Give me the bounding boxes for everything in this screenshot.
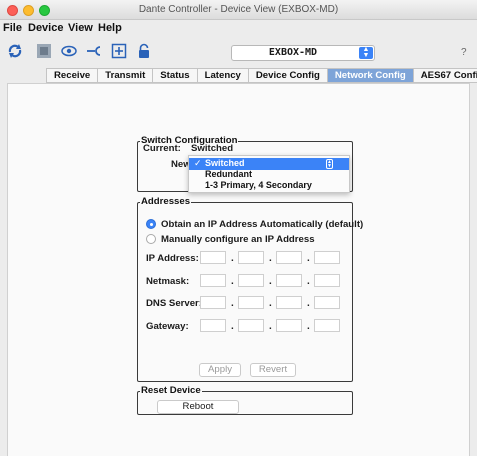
octet-separator: .	[269, 321, 272, 332]
gateway-label: Gateway:	[146, 321, 189, 332]
dropdown-option-label: 1-3 Primary, 4 Secondary	[205, 180, 312, 190]
menu-help[interactable]: Help	[98, 22, 122, 34]
device-select[interactable]: EXBOX-MD ▲ ▼	[231, 45, 375, 61]
netmask-label: Netmask:	[146, 276, 190, 287]
switch-mode-dropdown[interactable]: ✓ Switched ▲ ▼ Redundant 1-3 Primary, 4 S…	[188, 155, 350, 193]
octet-separator: .	[269, 276, 272, 287]
tab-latency[interactable]: Latency	[197, 68, 249, 83]
menu-bar: File Device View Help	[0, 20, 477, 36]
device-icon[interactable]	[35, 42, 53, 60]
addresses-legend: Addresses	[140, 196, 192, 207]
obtain-ip-auto-label[interactable]: Obtain an IP Address Automatically (defa…	[161, 219, 363, 230]
octet-separator: .	[307, 253, 310, 264]
ip-address-octet-1[interactable]	[200, 251, 226, 264]
current-value: Switched	[191, 143, 234, 154]
menu-device[interactable]: Device	[28, 22, 63, 34]
netmask-octet-4[interactable]	[314, 274, 340, 287]
ip-address-octet-3[interactable]	[276, 251, 302, 264]
tab-status[interactable]: Status	[153, 68, 198, 83]
revert-button[interactable]: Revert	[250, 363, 296, 377]
dropdown-option-label: Redundant	[205, 169, 252, 179]
dns-server-octet-4[interactable]	[314, 296, 340, 309]
dropdown-option-label: Switched	[205, 158, 245, 168]
ip-address-label: IP Address:	[146, 253, 199, 264]
reboot-button[interactable]: Reboot	[157, 400, 239, 414]
eye-icon[interactable]	[60, 42, 78, 60]
netmask-octet-2[interactable]	[238, 274, 264, 287]
octet-separator: .	[231, 253, 234, 264]
octet-separator: .	[307, 276, 310, 287]
refresh-icon[interactable]	[6, 42, 24, 60]
octet-separator: .	[269, 253, 272, 264]
app-window: Dante Controller - Device View (EXBOX-MD…	[0, 0, 477, 456]
gateway-octet-1[interactable]	[200, 319, 226, 332]
menu-file[interactable]: File	[3, 22, 22, 34]
gateway-octet-3[interactable]	[276, 319, 302, 332]
dropdown-option-split[interactable]: 1-3 Primary, 4 Secondary	[189, 180, 349, 192]
help-button[interactable]: ?	[461, 47, 467, 58]
manual-ip-radio[interactable]	[146, 234, 156, 244]
dns-server-label: DNS Server:	[146, 298, 202, 309]
gateway-octet-4[interactable]	[314, 319, 340, 332]
ip-address-octet-4[interactable]	[314, 251, 340, 264]
window-title: Dante Controller - Device View (EXBOX-MD…	[138, 4, 339, 15]
menu-view[interactable]: View	[68, 22, 93, 34]
octet-separator: .	[231, 276, 234, 287]
octet-separator: .	[307, 321, 310, 332]
octet-separator: .	[231, 321, 234, 332]
tab-receive[interactable]: Receive	[46, 68, 99, 83]
tab-device-config[interactable]: Device Config	[248, 68, 328, 83]
add-icon[interactable]	[110, 42, 128, 60]
dns-server-octet-3[interactable]	[276, 296, 302, 309]
netmask-octet-1[interactable]	[200, 274, 226, 287]
current-label: Current:	[143, 143, 181, 154]
dns-server-octet-2[interactable]	[238, 296, 264, 309]
octet-separator: .	[231, 298, 234, 309]
dns-server-octet-1[interactable]	[200, 296, 226, 309]
apply-button[interactable]: Apply	[199, 363, 241, 377]
tab-aes67-config[interactable]: AES67 Config	[413, 68, 477, 83]
checkmark-icon: ✓	[194, 158, 202, 168]
tab-transmit[interactable]: Transmit	[98, 68, 154, 83]
chevron-updown-icon: ▲ ▼	[326, 159, 333, 169]
chevron-updown-icon: ▲ ▼	[359, 46, 373, 59]
obtain-ip-auto-radio[interactable]	[146, 219, 156, 229]
ip-address-octet-2[interactable]	[238, 251, 264, 264]
title-bar: Dante Controller - Device View (EXBOX-MD…	[0, 0, 477, 20]
device-select-value: EXBOX-MD	[268, 47, 318, 58]
octet-separator: .	[307, 298, 310, 309]
octet-separator: .	[269, 298, 272, 309]
connect-icon[interactable]	[85, 42, 103, 60]
tab-strip: Receive Transmit Status Latency Device C…	[46, 68, 477, 83]
gateway-octet-2[interactable]	[238, 319, 264, 332]
manual-ip-label[interactable]: Manually configure an IP Address	[161, 234, 315, 245]
reset-device-legend: Reset Device	[140, 385, 202, 396]
lock-icon[interactable]	[135, 42, 153, 60]
netmask-octet-3[interactable]	[276, 274, 302, 287]
toolbar: EXBOX-MD ▲ ▼ ?	[0, 36, 477, 66]
tab-network-config[interactable]: Network Config	[327, 68, 414, 83]
